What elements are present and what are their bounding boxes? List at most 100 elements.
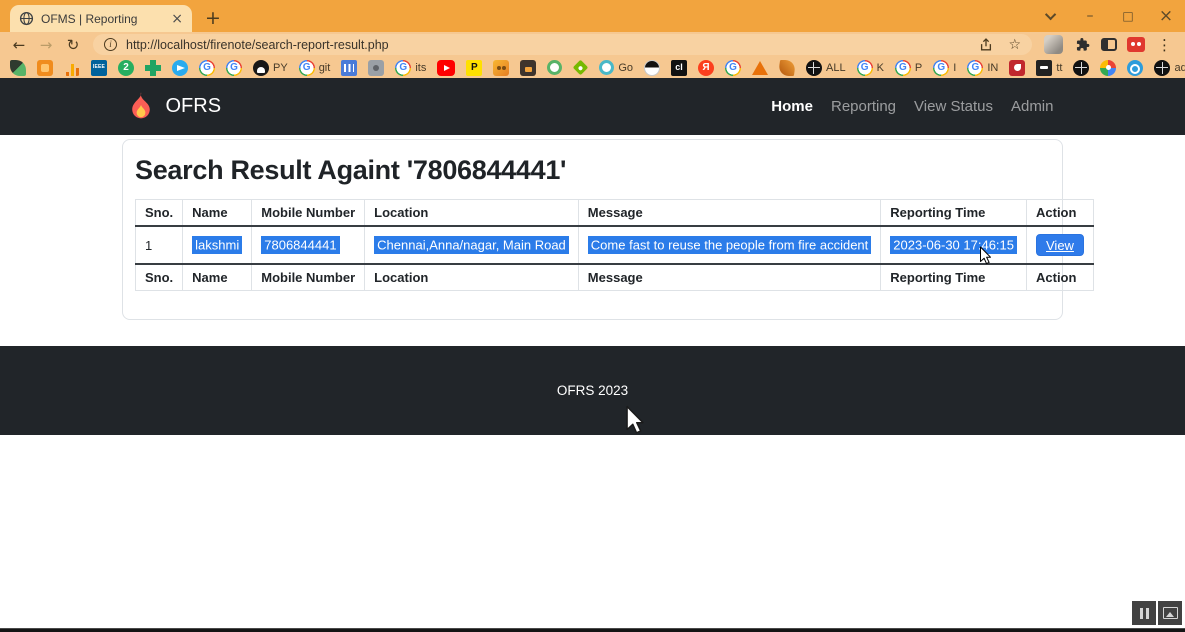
- google-icon: G: [199, 60, 215, 76]
- bookmark[interactable]: tt: [1036, 60, 1062, 76]
- bookmark[interactable]: [341, 60, 357, 76]
- bookmark[interactable]: Ggit: [299, 60, 331, 76]
- bookmark[interactable]: [172, 60, 188, 76]
- bookmark[interactable]: [573, 60, 588, 75]
- bookmark[interactable]: [1073, 60, 1089, 76]
- bookmark-star-icon[interactable]: ☆: [1008, 38, 1021, 52]
- nav-item-reporting[interactable]: Reporting: [823, 90, 904, 123]
- bookmark[interactable]: [145, 60, 161, 76]
- forward-icon[interactable]: →: [34, 33, 58, 56]
- penguin-icon: [644, 60, 660, 76]
- bar-chart-icon: [64, 60, 80, 76]
- bookmark[interactable]: [64, 60, 80, 76]
- main-content: Search Result Againt '7806844441' Sno. N…: [0, 135, 1185, 346]
- bookmark[interactable]: [10, 60, 26, 76]
- selected-text: 7806844441: [261, 236, 339, 254]
- url-text[interactable]: http://localhost/firenote/search-report-…: [126, 38, 970, 52]
- bookmark[interactable]: Я: [698, 60, 714, 76]
- globe-icon: [1154, 60, 1170, 76]
- maximize-button[interactable]: □: [1109, 0, 1147, 32]
- refresh-icon[interactable]: ↻: [61, 33, 85, 56]
- bookmark[interactable]: PY: [253, 60, 288, 76]
- close-button[interactable]: ×: [1147, 0, 1185, 32]
- red-leaf-icon: [1009, 60, 1025, 76]
- bookmark[interactable]: 2: [118, 60, 134, 76]
- green-tag-icon: [573, 60, 589, 76]
- black-cl-icon: cl: [671, 60, 687, 76]
- blue-bars-icon: [341, 60, 357, 76]
- bookmark[interactable]: Go: [599, 60, 633, 75]
- bookmark[interactable]: [644, 60, 660, 76]
- bookmark[interactable]: GK: [857, 60, 884, 76]
- site-info-icon[interactable]: i: [104, 38, 117, 51]
- back-icon[interactable]: ←: [7, 33, 31, 56]
- bookmark[interactable]: [368, 60, 384, 76]
- bookmark[interactable]: [1009, 60, 1025, 76]
- image-icon: [1163, 607, 1178, 619]
- bookmark[interactable]: [1100, 60, 1116, 76]
- col-header-action: Action: [1027, 200, 1094, 227]
- col-header-time: Reporting Time: [881, 200, 1027, 227]
- selected-text: Chennai,Anna/nagar, Main Road: [374, 236, 569, 254]
- bookmark[interactable]: ad: [1154, 60, 1185, 76]
- site-navbar: OFRS Home Reporting View Status Admin: [0, 78, 1185, 135]
- bookmark[interactable]: [752, 61, 768, 75]
- minimize-button[interactable]: –: [1071, 0, 1109, 32]
- bookmark[interactable]: [493, 60, 509, 76]
- view-button[interactable]: View: [1036, 234, 1084, 256]
- red-extension-icon[interactable]: [1124, 33, 1148, 56]
- brand[interactable]: OFRS: [124, 90, 222, 124]
- col-footer-location: Location: [365, 264, 579, 291]
- browser-tab[interactable]: OFMS | Reporting ×: [10, 5, 192, 32]
- bookmark[interactable]: P: [466, 60, 482, 76]
- col-header-sno: Sno.: [136, 200, 183, 227]
- nav-item-admin[interactable]: Admin: [1003, 90, 1062, 123]
- bookmark[interactable]: [437, 60, 455, 76]
- dark-bag-icon: [520, 60, 536, 76]
- nav-item-view-status[interactable]: View Status: [906, 90, 1001, 123]
- tab-favicon-globe-icon: [19, 11, 34, 26]
- side-panel-icon[interactable]: [1097, 33, 1121, 56]
- bookmark[interactable]: G: [226, 60, 242, 76]
- wing-icon: [778, 60, 796, 76]
- col-footer-message: Message: [578, 264, 880, 291]
- tab-title: OFMS | Reporting: [41, 12, 164, 26]
- bookmark[interactable]: G: [725, 60, 741, 76]
- pinwheel-icon: [1100, 60, 1116, 76]
- gray-tool-icon: [368, 60, 384, 76]
- bookmark[interactable]: [547, 60, 562, 75]
- share-icon[interactable]: [979, 38, 993, 52]
- table-row: 1 lakshmi 7806844441 Chennai,Anna/nagar,…: [136, 226, 1094, 264]
- bookmark[interactable]: [37, 60, 53, 76]
- screenshot-button[interactable]: [1158, 601, 1182, 625]
- nav-item-home[interactable]: Home: [763, 90, 821, 123]
- pause-button[interactable]: [1132, 601, 1156, 625]
- tab-search-chevron-icon[interactable]: [1033, 0, 1071, 32]
- google-icon: G: [395, 60, 411, 76]
- browser-menu-icon[interactable]: ⋮: [1151, 36, 1178, 54]
- bookmark[interactable]: [779, 60, 795, 76]
- bookmark[interactable]: GIN: [967, 60, 998, 76]
- selected-text: Come fast to reuse the people from fire …: [588, 236, 871, 254]
- cell-sno: 1: [136, 226, 183, 264]
- tab-close-icon[interactable]: ×: [171, 12, 183, 26]
- google-icon: G: [933, 60, 949, 76]
- bookmark[interactable]: G: [199, 60, 215, 76]
- selected-text: 2023-06-30 17:46:15: [890, 236, 1017, 254]
- col-header-name: Name: [183, 200, 252, 227]
- orange-box-icon: [37, 60, 53, 76]
- bookmark[interactable]: [1127, 60, 1143, 76]
- bookmark[interactable]: IEEE: [91, 60, 107, 76]
- bookmark[interactable]: GP: [895, 60, 922, 76]
- new-tab-button[interactable]: +: [200, 5, 226, 31]
- address-bar[interactable]: i http://localhost/firenote/search-repor…: [93, 34, 1032, 55]
- bookmark[interactable]: cl: [671, 60, 687, 76]
- bookmark[interactable]: [520, 60, 536, 76]
- profile-avatar[interactable]: [1044, 35, 1063, 54]
- bookmark[interactable]: ALL: [806, 60, 846, 76]
- google-icon: G: [725, 60, 741, 76]
- bookmark[interactable]: Gits: [395, 60, 426, 76]
- ieee-icon: IEEE: [91, 60, 107, 76]
- extensions-puzzle-icon[interactable]: [1070, 33, 1094, 56]
- bookmark[interactable]: GI: [933, 60, 956, 76]
